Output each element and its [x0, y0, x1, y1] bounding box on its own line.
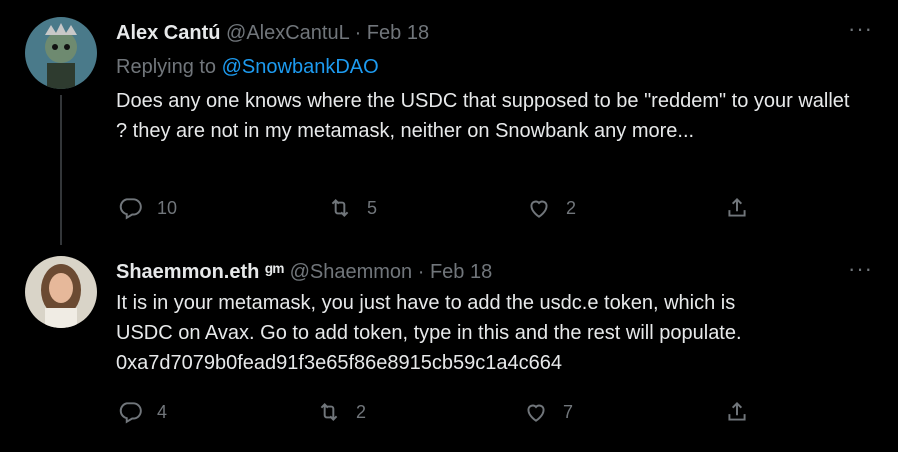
reply-button[interactable]: 4: [117, 397, 167, 427]
display-name[interactable]: Alex Cantú: [116, 22, 220, 44]
separator-dot: ·: [417, 261, 425, 283]
share-button[interactable]: [724, 193, 750, 223]
share-icon: [728, 401, 746, 421]
retweet-button[interactable]: 2: [316, 397, 366, 427]
tweet-actions: 10 5 2: [0, 193, 898, 223]
user-handle[interactable]: @Shaemmon: [290, 261, 413, 283]
avatar-shaemmon[interactable]: [25, 256, 97, 328]
tweet-text-line: 0xa7d7079b0fead91f3e65f86e8915cb59c1a4c6…: [116, 352, 562, 374]
reply-icon: [119, 198, 142, 220]
share-icon: [728, 197, 746, 217]
tweet-actions: 4 2 7: [0, 397, 898, 427]
replying-to: Replying to @SnowbankDAO: [116, 54, 379, 80]
tweet-text: It is in your metamask, you just have to…: [116, 288, 856, 378]
retweet-count: 2: [356, 401, 367, 422]
replying-prefix: Replying to: [116, 56, 217, 78]
like-button[interactable]: 2: [526, 193, 576, 223]
tweet-text-line: USDC on Avax. Go to add token, type in t…: [116, 322, 742, 344]
reply-count: 10: [157, 197, 178, 218]
share-button[interactable]: [724, 397, 750, 427]
reply-button[interactable]: 10: [117, 193, 177, 223]
reply-icon: [119, 402, 142, 424]
display-name[interactable]: Shaemmon.eth ᵍᵐ: [116, 261, 284, 283]
tweet-header-shaemmon: Shaemmon.eth ᵍᵐ @Shaemmon · Feb 18: [116, 259, 492, 285]
reply-count: 4: [157, 401, 168, 422]
separator-dot: ·: [354, 22, 362, 44]
retweet-icon: [320, 403, 338, 421]
tweet-text: Does any one knows where the USDC that s…: [116, 90, 850, 142]
more-icon[interactable]: ···: [848, 18, 872, 40]
retweet-button[interactable]: 5: [327, 193, 377, 223]
avatar-alex[interactable]: [25, 17, 97, 89]
user-handle[interactable]: @AlexCantuL: [226, 22, 349, 44]
more-icon[interactable]: ···: [848, 258, 872, 280]
tweet-text-line: It is in your metamask, you just have to…: [116, 292, 736, 314]
like-icon: [530, 200, 548, 218]
mention-link[interactable]: @SnowbankDAO: [222, 56, 379, 78]
tweet-date[interactable]: Feb 18: [367, 22, 429, 44]
tweet-header-alex: Alex Cantú @AlexCantuL · Feb 18: [116, 20, 429, 46]
like-button[interactable]: 7: [523, 397, 573, 427]
tweet-date[interactable]: Feb 18: [430, 261, 492, 283]
like-count: 7: [563, 401, 574, 422]
like-count: 2: [566, 197, 577, 218]
like-icon: [527, 404, 545, 422]
retweet-icon: [331, 199, 349, 217]
retweet-count: 5: [367, 197, 378, 218]
